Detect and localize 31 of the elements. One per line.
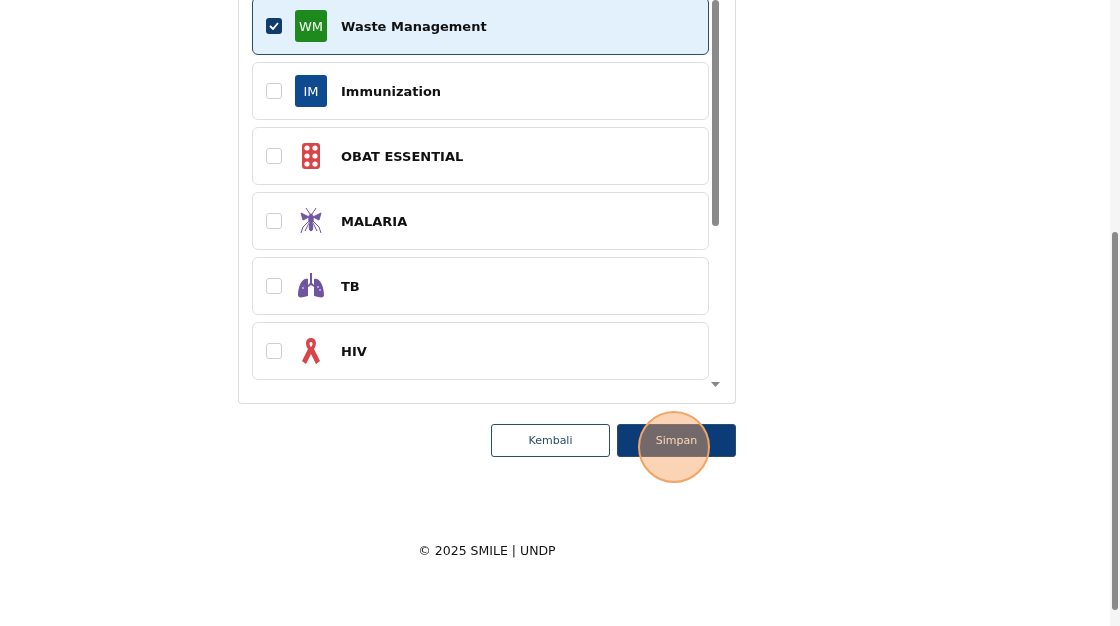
check-icon	[269, 22, 279, 30]
program-option[interactable]: TB	[252, 257, 709, 315]
footer-copyright: © 2025 SMILE | UNDP	[417, 543, 557, 558]
program-label: Immunization	[341, 83, 442, 99]
mosquito-icon	[299, 207, 323, 235]
initials-badge: WM	[295, 10, 327, 42]
save-button[interactable]: Simpan	[617, 424, 736, 457]
program-label: TB	[341, 278, 360, 294]
checkbox[interactable]	[266, 83, 282, 99]
pill-pack-icon	[302, 143, 320, 169]
page-scrollbar[interactable]	[1110, 0, 1120, 626]
ribbon-icon	[301, 337, 321, 365]
checkbox[interactable]	[266, 343, 282, 359]
program-label: Waste Management	[341, 18, 487, 34]
checkbox[interactable]	[266, 148, 282, 164]
program-option[interactable]: WM Waste Management	[252, 0, 709, 55]
program-option[interactable]: HIV	[252, 322, 709, 380]
checkbox[interactable]	[266, 213, 282, 229]
program-label: HIV	[341, 343, 367, 359]
checkbox[interactable]	[266, 278, 282, 294]
program-label: OBAT ESSENTIAL	[341, 148, 464, 164]
scroll-down-arrow-icon[interactable]	[711, 382, 720, 388]
back-button[interactable]: Kembali	[491, 424, 610, 457]
lungs-icon	[297, 273, 325, 299]
initials-badge: IM	[295, 75, 327, 107]
program-option[interactable]: IM Immunization	[252, 62, 709, 120]
program-option[interactable]: OBAT ESSENTIAL	[252, 127, 709, 185]
program-label: MALARIA	[341, 213, 408, 229]
list-scrollbar[interactable]	[711, 0, 720, 390]
program-option[interactable]: MALARIA	[252, 192, 709, 250]
checkbox[interactable]	[266, 18, 282, 34]
